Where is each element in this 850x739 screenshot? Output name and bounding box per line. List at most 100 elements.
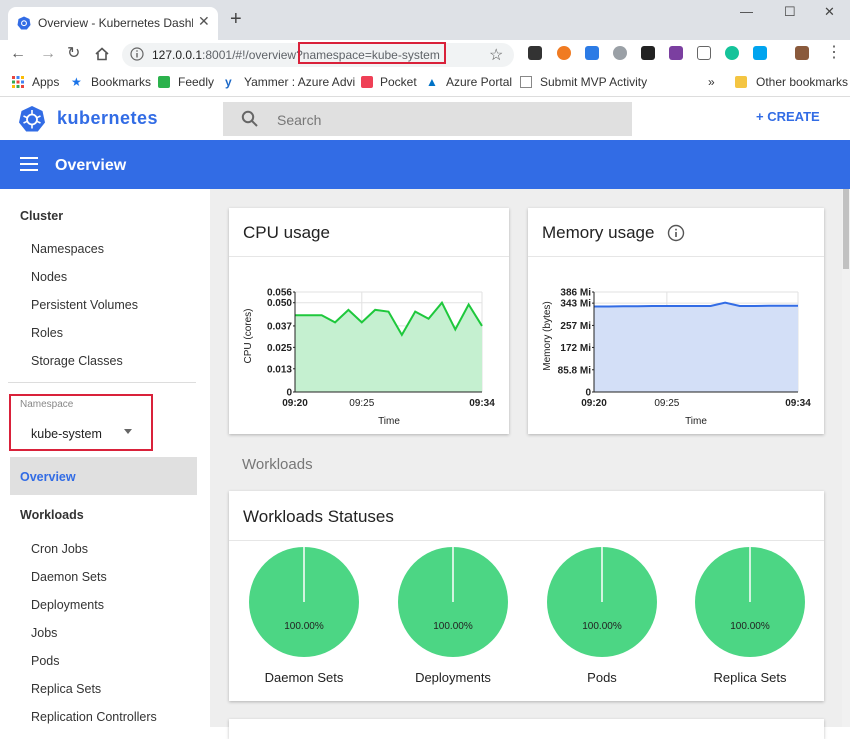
y-tick-label: 257 Mi — [560, 321, 591, 332]
pocket-icon — [361, 76, 373, 88]
pie-percent-label: 100.00% — [582, 621, 622, 632]
x-tick-label: 09:25 — [349, 398, 374, 409]
sidebar-item-storage-classes[interactable]: Storage Classes — [31, 354, 123, 368]
yammer-icon: y — [225, 75, 232, 89]
other-bookmarks[interactable]: Other bookmarks — [756, 75, 848, 89]
sidebar-item-nodes[interactable]: Nodes — [31, 270, 67, 284]
folder-icon — [735, 76, 747, 88]
sidebar-heading-cluster[interactable]: Cluster — [20, 209, 63, 223]
close-tab-icon[interactable]: ✕ — [198, 13, 210, 30]
next-card — [229, 719, 824, 739]
main-content: CPU usage CPU (cores) 0 0.013 0.025 0.037 0.… — [210, 189, 842, 739]
sidebar-item-cron-jobs[interactable]: Cron Jobs — [31, 542, 88, 556]
create-button[interactable]: + CREATE — [756, 109, 820, 124]
back-icon[interactable]: ← — [10, 45, 26, 63]
scrollbar-thumb[interactable] — [843, 189, 849, 269]
browser-menu-icon[interactable]: ⋮ — [826, 44, 842, 62]
sidebar-item-daemon-sets[interactable]: Daemon Sets — [31, 570, 107, 584]
memory-y-axis-label: Memory (bytes) — [542, 301, 553, 370]
browser-toolbar: ← → ↻ 127.0.0.1:8001/#!/overview?namespa… — [0, 40, 850, 70]
extension-gray-icon[interactable] — [613, 46, 627, 60]
x-tick-label: 09:25 — [654, 398, 679, 409]
sidebar-item-roles[interactable]: Roles — [31, 326, 63, 340]
bookmark-pocket[interactable]: Pocket — [380, 75, 417, 89]
app-name[interactable]: kubernetes — [57, 108, 158, 129]
minimize-icon[interactable]: — — [740, 4, 753, 19]
bookmark-yammer[interactable]: Yammer : Azure Advi — [244, 75, 355, 89]
profile-avatar[interactable] — [795, 46, 809, 60]
pie-category-label[interactable]: Replica Sets — [714, 670, 787, 685]
windows-ext-icon[interactable] — [753, 46, 767, 60]
memory-card-title: Memory usage — [542, 223, 655, 242]
page-title: Overview — [55, 157, 127, 174]
menu-icon[interactable] — [20, 157, 38, 171]
extension-orange-icon[interactable] — [557, 46, 571, 60]
x-tick-label: 09:34 — [469, 398, 495, 409]
bookmark-apps[interactable]: Apps — [32, 75, 59, 89]
cpu-x-axis-label: Time — [378, 416, 400, 427]
new-tab-icon[interactable]: + — [230, 9, 242, 29]
extension-check-icon[interactable] — [697, 46, 711, 60]
memory-x-axis-label: Time — [685, 416, 707, 427]
search-icon — [241, 110, 258, 127]
sidebar-item-pods[interactable]: Pods — [31, 654, 60, 668]
pocket-ext-icon[interactable] — [528, 46, 542, 60]
y-tick-label: 0.050 — [267, 298, 292, 309]
home-icon[interactable] — [94, 46, 110, 62]
tab-title: Overview - Kubernetes Dashboard — [38, 16, 193, 30]
y-tick-label: 0 — [585, 388, 591, 399]
sidebar-item-replica-sets[interactable]: Replica Sets — [31, 682, 101, 696]
extension-gear-icon[interactable] — [585, 46, 599, 60]
kubernetes-logo-icon[interactable] — [18, 105, 46, 133]
cpu-usage-card: CPU usage CPU (cores) 0 0.013 0.025 0.037 0.… — [229, 208, 509, 434]
page-icon — [520, 76, 532, 88]
bookmark-submit-mvp[interactable]: Submit MVP Activity — [540, 75, 647, 89]
y-tick-label: 85.8 Mi — [558, 365, 592, 376]
address-bar[interactable]: 127.0.0.1:8001/#!/overview?namespace=kub… — [122, 42, 514, 67]
forward-icon[interactable]: → — [40, 45, 56, 63]
y-tick-label: 0 — [286, 388, 292, 399]
app-header: kubernetes Search + CREATE — [0, 97, 850, 140]
browser-tab-strip: Overview - Kubernetes Dashboard ✕ + — ☐ … — [0, 0, 850, 40]
pie-category-label[interactable]: Pods — [587, 670, 617, 685]
bookmark-azure-portal[interactable]: Azure Portal — [446, 75, 512, 89]
bookmarks-bar: Apps ★ Bookmarks Feedly y Yammer : Azure… — [0, 70, 850, 97]
search-placeholder: Search — [277, 112, 322, 128]
pie-category-label[interactable]: Deployments — [415, 670, 491, 685]
page-toolbar: Overview — [0, 140, 850, 189]
sidebar-item-replication-controllers[interactable]: Replication Controllers — [31, 710, 157, 724]
scrollbar[interactable] — [842, 189, 850, 727]
sidebar-item-deployments[interactable]: Deployments — [31, 598, 104, 612]
sidebar-item-overview[interactable]: Overview — [20, 470, 76, 484]
reload-icon[interactable]: ↻ — [67, 45, 80, 63]
sidebar-item-namespaces[interactable]: Namespaces — [31, 242, 104, 256]
apps-grid-icon — [12, 76, 24, 88]
x-tick-label: 09:20 — [581, 398, 607, 409]
workloads-statuses-title: Workloads Statuses — [243, 507, 394, 526]
bookmark-bookmarks[interactable]: Bookmarks — [91, 75, 151, 89]
window-close-icon[interactable]: ✕ — [824, 4, 835, 20]
sidebar-heading-workloads[interactable]: Workloads — [20, 508, 84, 522]
sidebar-item-persistent-volumes[interactable]: Persistent Volumes — [31, 298, 138, 312]
kubernetes-favicon-icon — [17, 16, 31, 30]
search-input[interactable]: Search — [223, 102, 632, 136]
memory-area-fill — [594, 302, 798, 392]
info-icon[interactable] — [667, 224, 685, 242]
extension-stack-icon[interactable] — [641, 46, 655, 60]
y-tick-label: 386 Mi — [560, 288, 591, 299]
grammarly-ext-icon[interactable] — [725, 46, 739, 60]
x-tick-label: 09:34 — [785, 398, 811, 409]
site-info-icon[interactable] — [130, 47, 144, 61]
bookmark-feedly[interactable]: Feedly — [178, 75, 214, 89]
y-tick-label: 0.056 — [267, 288, 292, 299]
memory-x-ticks: 09:20 09:25 09:34 — [581, 398, 811, 409]
onenote-ext-icon[interactable] — [669, 46, 683, 60]
browser-tab[interactable]: Overview - Kubernetes Dashboard ✕ — [8, 7, 218, 40]
maximize-icon[interactable]: ☐ — [784, 4, 796, 20]
bookmark-star-icon[interactable]: ☆ — [489, 45, 503, 65]
more-bookmarks-icon[interactable]: » — [708, 75, 715, 89]
pie-category-label[interactable]: Daemon Sets — [265, 670, 344, 685]
sidebar-item-jobs[interactable]: Jobs — [31, 626, 57, 640]
cpu-y-axis-label: CPU (cores) — [243, 308, 254, 363]
memory-usage-card: Memory usage Memory (bytes) 0 85.8 Mi 172 … — [528, 208, 824, 434]
